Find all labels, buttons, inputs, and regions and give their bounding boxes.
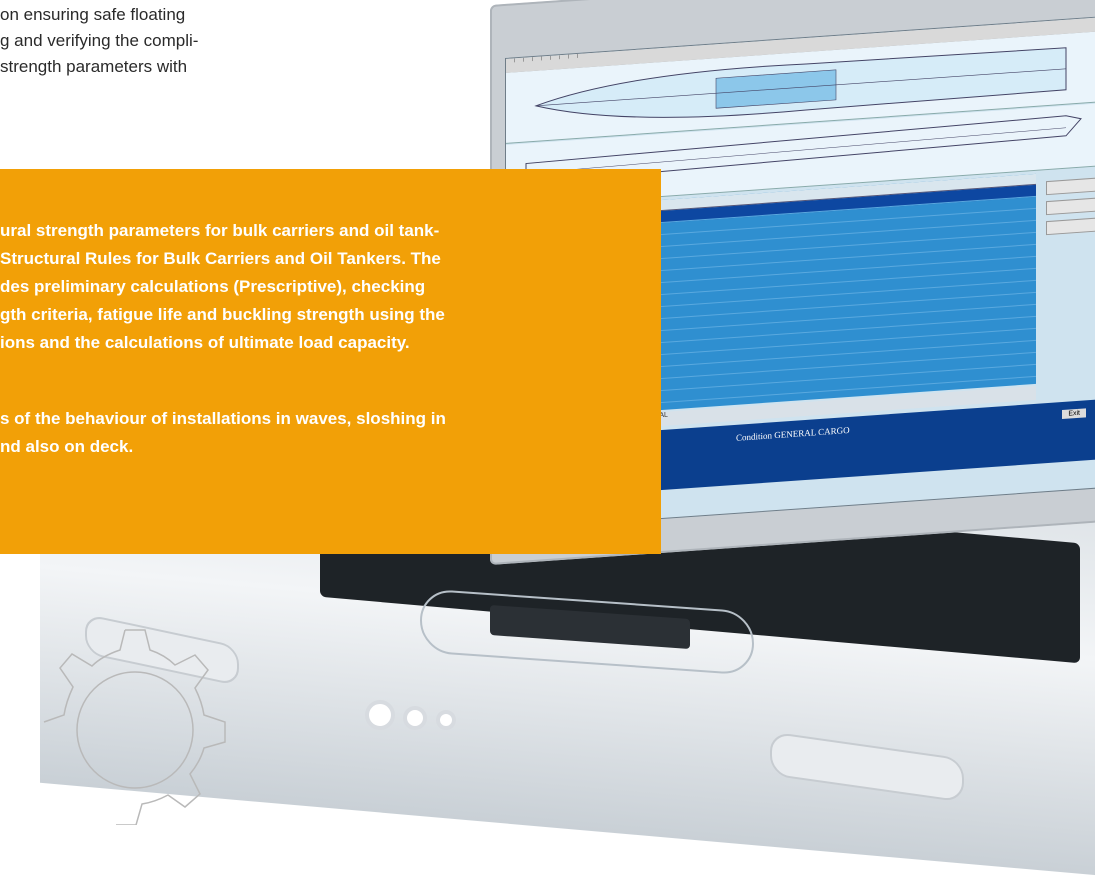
side-button[interactable]: [1046, 177, 1095, 196]
paragraph1-line: gth criteria, fatigue life and buckling …: [0, 305, 445, 324]
paragraph1-line: des preliminary calculations (Prescripti…: [0, 277, 426, 296]
paragraph2-line: nd also on deck.: [0, 437, 134, 456]
paragraph2-line: s of the behaviour of installations in w…: [0, 409, 446, 428]
paragraph1-line: ural strength parameters for bulk carrie…: [0, 221, 440, 240]
paragraph1-line: Structural Rules for Bulk Carriers and O…: [0, 249, 441, 268]
indicator-light: [365, 700, 395, 730]
side-button[interactable]: [1046, 217, 1095, 236]
paragraph1-line: ions and the calculations of ultimate lo…: [0, 333, 410, 352]
condition-label: Condition GENERAL CARGO: [736, 424, 850, 443]
side-button[interactable]: [1046, 197, 1095, 216]
gear-icon: [43, 629, 226, 825]
indicator-light: [403, 706, 428, 730]
indicator-lights: [365, 700, 460, 735]
indicator-light: [435, 710, 456, 730]
exit-button[interactable]: Exit: [1062, 408, 1086, 420]
side-buttons: [1046, 177, 1095, 241]
description-panel: ural strength parameters for bulk carrie…: [0, 169, 661, 554]
